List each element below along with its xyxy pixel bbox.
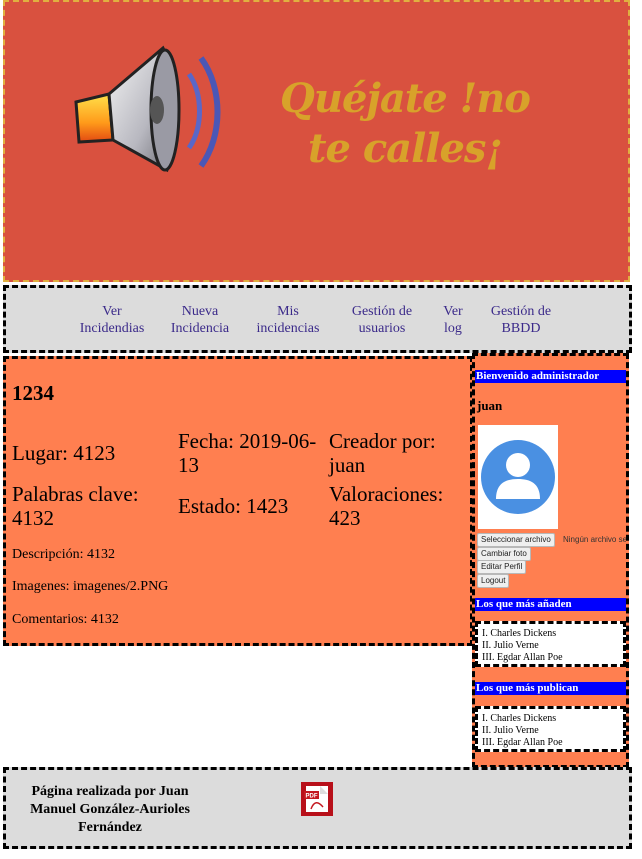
top-publishers-header: Los que más publican [475, 682, 626, 695]
list-item: I. Charles Dickens [482, 628, 557, 639]
svg-text:PDF: PDF [306, 794, 318, 800]
incident-lugar: Lugar: 4123 [12, 441, 116, 465]
avatar [478, 425, 558, 529]
pdf-icon[interactable]: PDF [301, 782, 333, 816]
top-adders-header: Los que más añaden [475, 598, 626, 611]
nav-ver-log[interactable]: Ver log [439, 303, 467, 337]
incident-title: 1234 [12, 381, 54, 405]
nav-nueva-incidencia[interactable]: Nueva Incidencia [164, 303, 236, 337]
logout-button[interactable]: Logout [477, 574, 510, 588]
incident-palabras-clave: Palabras clave: 4132 [12, 482, 139, 530]
incident-valoraciones: Valoraciones: 423 [329, 482, 444, 530]
nav-gestion-usuarios[interactable]: Gestión de usuarios [342, 303, 422, 337]
top-publishers-list: I. Charles Dickens II. Julio Verne III. … [475, 706, 626, 752]
incident-imagenes: Imagenes: imagenes/2.PNG [12, 579, 169, 594]
top-adders-list: I. Charles Dickens II. Julio Verne III. … [475, 621, 626, 667]
edit-profile-button[interactable]: Editar Perfil [477, 560, 527, 574]
megaphone-icon [74, 45, 221, 173]
main-nav: Ver Incidendias Nueva Incidencia Mis inc… [3, 285, 632, 353]
incident-comentarios: Comentarios: 4132 [12, 612, 119, 627]
site-footer: Página realizada por Juan Manuel Gonzále… [3, 767, 632, 849]
nav-mis-incidencias[interactable]: Mis incidencias [250, 303, 326, 337]
list-item: II. Julio Verne [482, 640, 539, 651]
user-avatar-icon [481, 440, 555, 514]
file-status: Ningún archivo seleccionado [563, 535, 626, 544]
footer-credit: Página realizada por Juan Manuel Gonzále… [30, 784, 190, 835]
list-item: II. Julio Verne [482, 725, 539, 736]
select-file-button[interactable]: Seleccionar archivo [477, 533, 555, 547]
incident-descripcion: Descripción: 4132 [12, 547, 116, 562]
list-item: III. Egdar Allan Poe [482, 652, 563, 663]
list-item: III. Egdar Allan Poe [482, 737, 563, 748]
incident-fecha: Fecha: 2019-06-13 [178, 429, 317, 477]
list-item: I. Charles Dickens [482, 713, 557, 724]
user-sidebar: Bienvenido administrador juan Selecciona… [472, 353, 629, 768]
nav-gestion-bbdd[interactable]: Gestión de BBDD [483, 303, 559, 337]
incident-estado: Estado: 1423 [178, 494, 289, 518]
username: juan [477, 398, 503, 413]
site-brand-title: Quéjate !no te calles¡ [280, 75, 531, 172]
welcome-bar: Bienvenido administrador [475, 370, 626, 383]
site-header: Quéjate !no te calles¡ [3, 0, 630, 282]
nav-ver-incidencias[interactable]: Ver Incidendias [74, 303, 150, 337]
incident-panel: 1234 Lugar: 4123 Fecha: 2019-06-13 Cread… [3, 356, 473, 646]
incident-creador: Creador por: juan [329, 429, 436, 477]
change-photo-button[interactable]: Cambiar foto [477, 547, 531, 561]
